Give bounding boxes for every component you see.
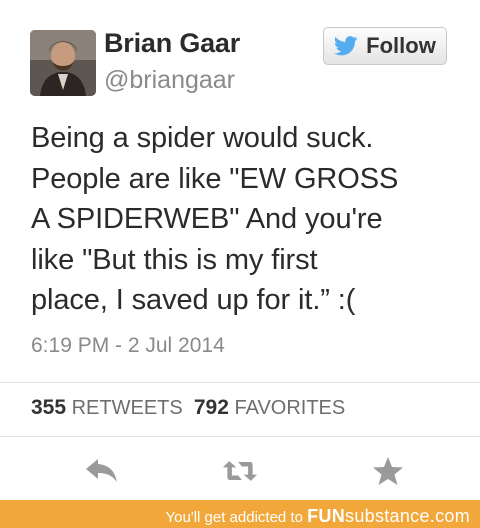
reply-arrow-icon: [86, 459, 117, 482]
tweet-line: place, I saved up for it.” :(: [31, 284, 356, 316]
divider: [0, 382, 480, 383]
follow-label: Follow: [366, 33, 436, 58]
tweet-line: A SPIDERWEB" And you're: [31, 203, 383, 235]
favorites-count: 792: [193, 396, 229, 419]
display-name[interactable]: Brian Gaar: [104, 28, 240, 59]
tweet-line: People are like "EW GROSS: [31, 162, 399, 195]
favorite-button[interactable]: [370, 456, 406, 486]
user-handle[interactable]: @briangaar: [104, 66, 235, 95]
divider: [0, 436, 480, 437]
star-icon: [373, 457, 403, 485]
tweet-line: Being a spider would suck.: [31, 122, 374, 154]
reply-button[interactable]: [84, 456, 120, 486]
retweets-label: RETWEETS: [71, 397, 183, 419]
watermark-prefix: You'll get addicted to: [165, 509, 308, 526]
twitter-bird-icon: [334, 36, 358, 56]
tweet-text: Being a spider would suck. People are li…: [31, 118, 461, 321]
profile-photo: [30, 30, 96, 96]
retweet-icon: [222, 461, 258, 481]
tweet-timestamp[interactable]: 6:19 PM - 2 Jul 2014: [31, 334, 225, 358]
retweets-stat[interactable]: 355 RETWEETS: [31, 396, 183, 419]
watermark-text: You'll get addicted to FUNsubstance.com: [166, 506, 470, 527]
tweet-stats: 355 RETWEETS 792 FAVORITES: [31, 396, 345, 420]
watermark-bar: You'll get addicted to FUNsubstance.com: [0, 500, 480, 528]
follow-button[interactable]: Follow: [323, 27, 447, 65]
tweet-line: like "But this is my first: [31, 243, 318, 276]
favorites-stat[interactable]: 792 FAVORITES: [193, 396, 346, 419]
retweets-count: 355: [31, 396, 67, 419]
watermark-brand-bold: FUN: [307, 506, 346, 526]
retweet-button[interactable]: [222, 456, 258, 486]
avatar[interactable]: [30, 30, 96, 96]
favorites-label: FAVORITES: [234, 397, 346, 419]
watermark-brand-rest: substance.com: [345, 506, 470, 526]
